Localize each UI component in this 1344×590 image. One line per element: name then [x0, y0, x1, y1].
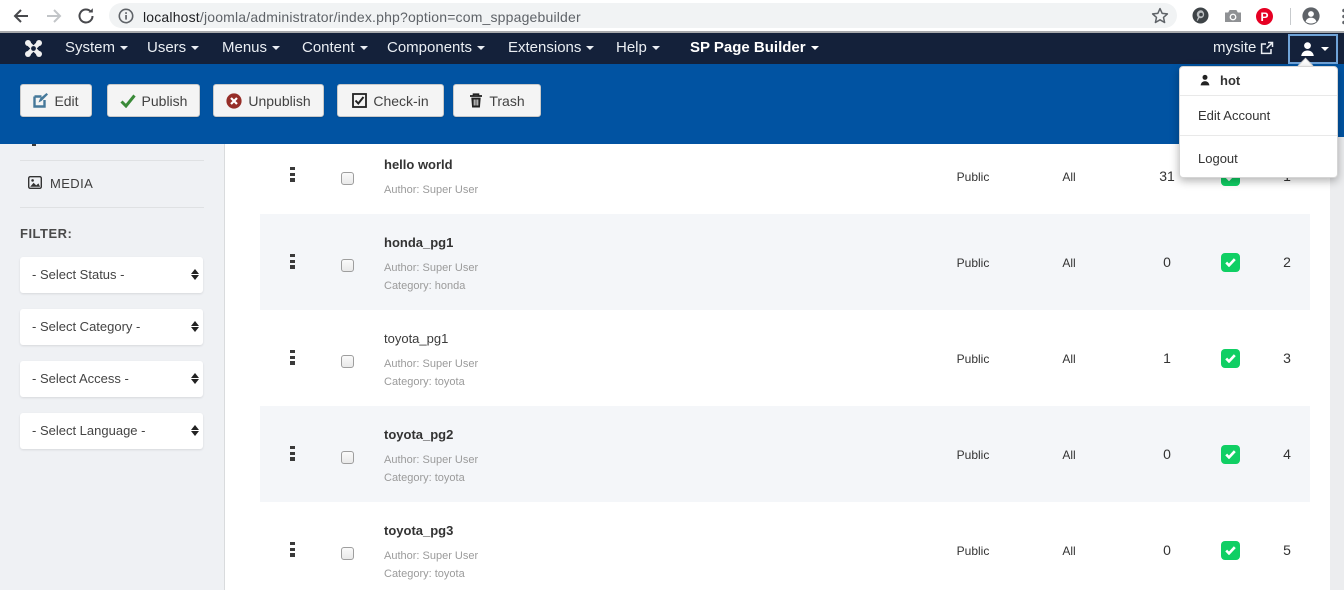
svg-text:P: P	[1260, 10, 1268, 24]
